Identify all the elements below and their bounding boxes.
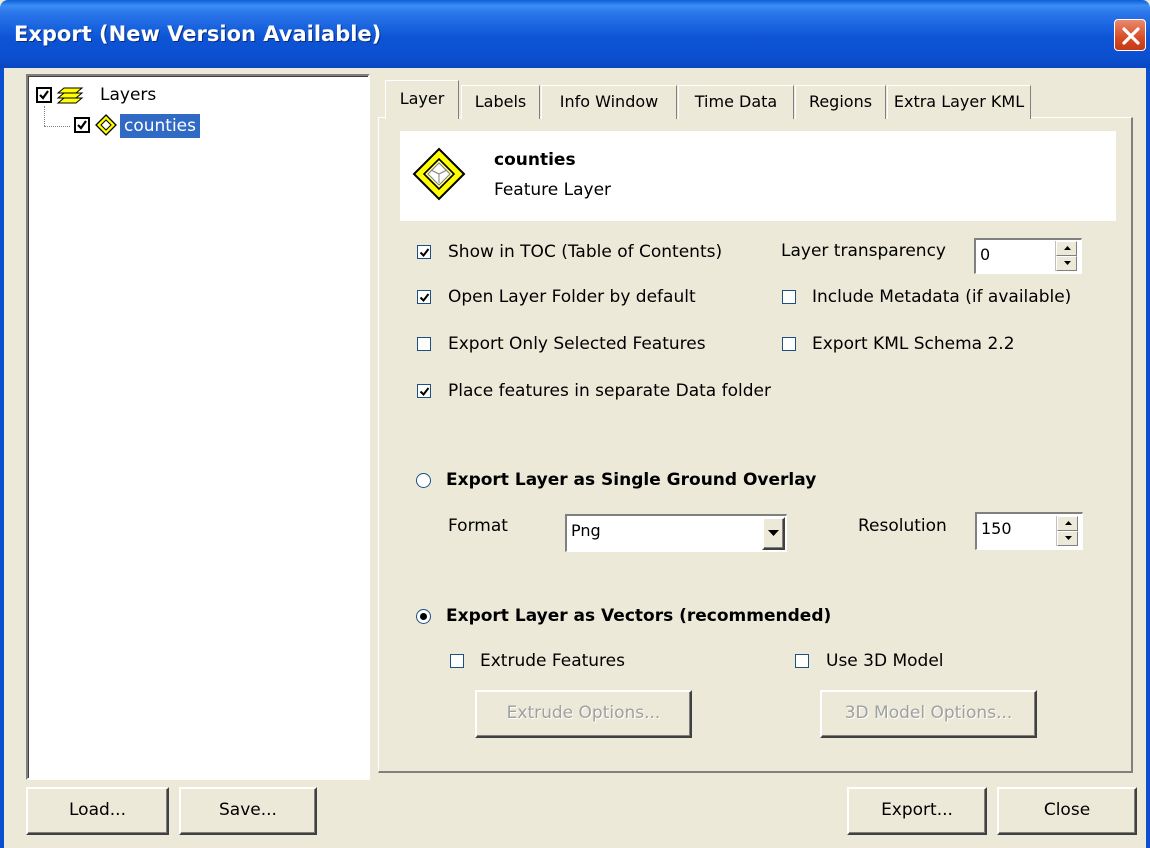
- format-select[interactable]: Png: [565, 514, 787, 552]
- export-button[interactable]: Export...: [847, 787, 987, 835]
- layer-transparency-label: Layer transparency: [781, 241, 946, 261]
- spin-down-button[interactable]: [1057, 531, 1078, 546]
- spin-up-button[interactable]: [1057, 516, 1078, 531]
- resolution-spinner[interactable]: [1056, 516, 1078, 546]
- open-layer-folder-label: Open Layer Folder by default: [448, 287, 696, 307]
- arrow-down-icon: [1065, 536, 1072, 540]
- tree-connector-vertical: [44, 106, 45, 126]
- tree-root-label[interactable]: Layers: [100, 85, 156, 105]
- use-3d-model-label: Use 3D Model: [826, 651, 944, 671]
- export-only-selected-label: Export Only Selected Features: [448, 334, 706, 354]
- spin-up-button[interactable]: [1056, 241, 1077, 256]
- format-dropdown-button[interactable]: [762, 517, 785, 550]
- load-button[interactable]: Load...: [26, 787, 169, 835]
- window-frame-right: [1146, 68, 1150, 848]
- layer-tree[interactable]: [26, 74, 370, 780]
- tab-labels[interactable]: Labels: [461, 85, 540, 119]
- tab-regions[interactable]: Regions: [795, 85, 886, 119]
- layer-transparency-value: 0: [980, 245, 991, 264]
- radio-selected-dot: [420, 613, 427, 620]
- close-icon: [1122, 27, 1140, 45]
- tab-layer[interactable]: Layer: [385, 80, 459, 119]
- show-in-toc-checkbox[interactable]: [417, 245, 431, 259]
- tab-extra-layer-kml[interactable]: Extra Layer KML: [887, 85, 1031, 119]
- arrow-down-icon: [1064, 261, 1071, 265]
- counties-checkbox[interactable]: [74, 117, 90, 133]
- close-window-button[interactable]: [1114, 19, 1146, 51]
- export-kml-schema-label: Export KML Schema 2.2: [812, 334, 1015, 354]
- use-3d-model-checkbox[interactable]: [795, 654, 809, 668]
- place-features-separate-label: Place features in separate Data folder: [448, 381, 771, 401]
- show-in-toc-label: Show in TOC (Table of Contents): [448, 242, 723, 262]
- vectors-radio[interactable]: [416, 609, 431, 624]
- load-button-label: Load...: [69, 800, 126, 820]
- layers-root-checkbox[interactable]: [36, 87, 52, 103]
- format-value: Png: [571, 521, 601, 540]
- ground-overlay-label: Export Layer as Single Ground Overlay: [446, 470, 817, 490]
- spin-down-button[interactable]: [1056, 256, 1077, 271]
- format-label: Format: [448, 516, 508, 536]
- feature-layer-large-icon: [411, 146, 467, 202]
- open-layer-folder-checkbox[interactable]: [417, 290, 431, 304]
- layers-stack-icon: [54, 84, 96, 106]
- tab-time-data[interactable]: Time Data: [678, 85, 794, 119]
- layer-type: Feature Layer: [494, 180, 612, 200]
- save-button-label: Save...: [219, 800, 277, 820]
- chevron-down-icon: [768, 530, 779, 536]
- arrow-up-icon: [1065, 521, 1072, 525]
- include-metadata-checkbox[interactable]: [782, 290, 796, 304]
- include-metadata-label: Include Metadata (if available): [812, 287, 1072, 307]
- ground-overlay-radio[interactable]: [416, 473, 431, 488]
- tab-info-window[interactable]: Info Window: [541, 85, 677, 119]
- resolution-value: 150: [981, 519, 1012, 538]
- layer-header: [400, 131, 1116, 221]
- vectors-label: Export Layer as Vectors (recommended): [446, 606, 832, 626]
- export-button-label: Export...: [881, 800, 953, 820]
- export-only-selected-checkbox[interactable]: [417, 337, 431, 351]
- extrude-features-checkbox[interactable]: [450, 654, 464, 668]
- 3d-model-options-label: 3D Model Options...: [844, 703, 1013, 723]
- layer-transparency-spinner[interactable]: [1055, 241, 1077, 271]
- arrow-up-icon: [1064, 246, 1071, 250]
- extrude-options-label: Extrude Options...: [506, 703, 661, 723]
- place-features-separate-checkbox[interactable]: [417, 384, 431, 398]
- save-button[interactable]: Save...: [179, 787, 317, 835]
- tree-item-counties[interactable]: counties: [120, 114, 201, 138]
- close-button[interactable]: Close: [997, 787, 1137, 835]
- export-kml-schema-checkbox[interactable]: [782, 337, 796, 351]
- layer-name: counties: [494, 150, 576, 170]
- extrude-features-label: Extrude Features: [480, 651, 625, 671]
- resolution-label: Resolution: [858, 516, 947, 536]
- 3d-model-options-button[interactable]: 3D Model Options...: [820, 690, 1037, 738]
- window-frame-left: [0, 68, 4, 848]
- tree-connector-horizontal: [44, 126, 70, 127]
- extrude-options-button[interactable]: Extrude Options...: [475, 690, 692, 738]
- close-button-label: Close: [1043, 800, 1091, 820]
- feature-layer-icon: [95, 114, 117, 136]
- window-title: Export (New Version Available): [14, 22, 382, 46]
